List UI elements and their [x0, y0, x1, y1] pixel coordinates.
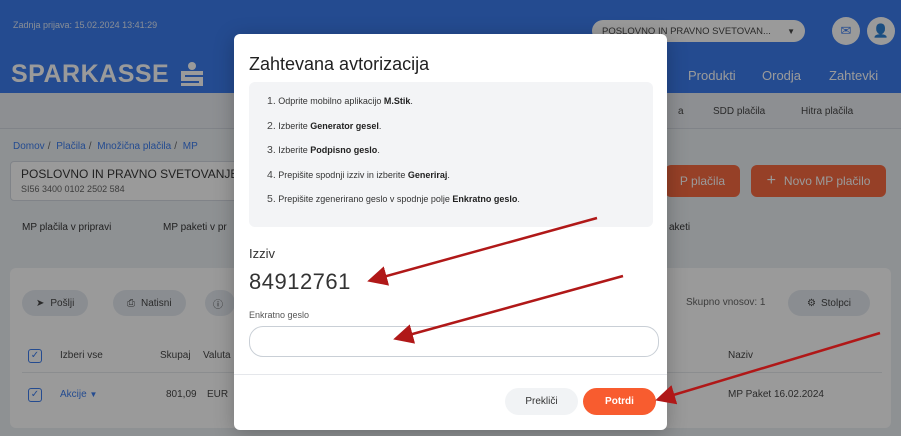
challenge-code: 84912761 [249, 269, 351, 294]
otp-input[interactable] [249, 326, 659, 357]
otp-label: Enkratno geslo [249, 310, 310, 320]
step-3: 3. Izberite Podpisno geslo. [267, 144, 380, 156]
cancel-button[interactable]: Prekliči [505, 388, 578, 415]
confirm-button[interactable]: Potrdi [583, 388, 656, 415]
dialog-title: Zahtevana avtorizacija [249, 54, 430, 74]
step-2: 2. Izberite Generator gesel. [267, 119, 382, 132]
instruction-steps: 1. Odprite mobilno aplikacijo M.Stik. 2.… [249, 82, 653, 227]
dialog-divider [234, 374, 667, 375]
challenge-label: Izziv [249, 246, 275, 261]
step-1: 1. Odprite mobilno aplikacijo M.Stik. [267, 95, 413, 107]
step-4: 4. Prepišite spodnji izziv in izberite G… [267, 168, 450, 181]
step-5: 5. Prepišite zgenerirano geslo v spodnje… [267, 193, 520, 205]
authorization-dialog: Zahtevana avtorizacija 1. Odprite mobiln… [234, 34, 667, 430]
